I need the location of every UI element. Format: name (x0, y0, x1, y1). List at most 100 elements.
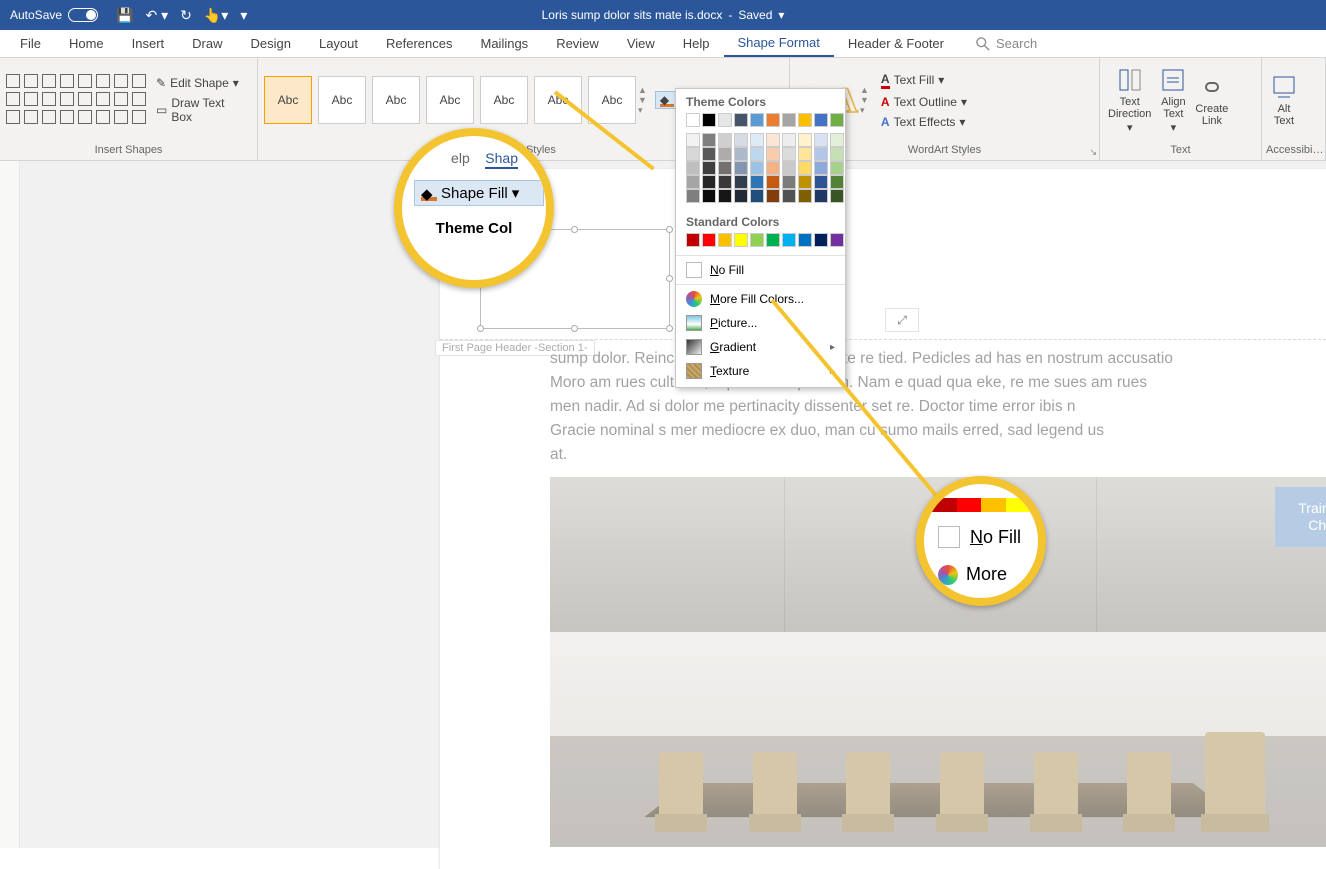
color-swatch[interactable] (734, 113, 748, 127)
vertical-ruler[interactable] (0, 161, 20, 848)
color-swatch[interactable] (766, 161, 780, 175)
tab-help[interactable]: Help (669, 30, 724, 57)
color-swatch[interactable] (766, 233, 780, 247)
layout-options-icon[interactable]: ⤢ (885, 308, 919, 332)
color-swatch[interactable] (782, 175, 796, 189)
color-swatch[interactable] (734, 161, 748, 175)
color-swatch[interactable] (814, 113, 828, 127)
color-swatch[interactable] (686, 161, 700, 175)
draw-textbox-button[interactable]: ▭ Draw Text Box (152, 94, 251, 126)
tab-view[interactable]: View (613, 30, 669, 57)
color-swatch[interactable] (702, 233, 716, 247)
callout-shape[interactable]: Trainer's Chair (1275, 487, 1326, 547)
save-icon[interactable]: 💾 (116, 7, 133, 24)
style-preset[interactable]: Abc (318, 76, 366, 124)
tab-references[interactable]: References (372, 30, 466, 57)
create-link-button[interactable]: Create Link (1195, 73, 1228, 127)
text-direction-button[interactable]: Text Direction ▾ (1108, 66, 1151, 134)
tab-insert[interactable]: Insert (118, 30, 179, 57)
color-swatch[interactable] (830, 147, 844, 161)
color-swatch[interactable] (686, 113, 700, 127)
shape-gallery[interactable] (6, 74, 148, 126)
color-swatch[interactable] (830, 233, 844, 247)
redo-icon[interactable]: ↻ (180, 7, 192, 24)
more-fill-colors-item[interactable]: More Fill Colors... (676, 287, 845, 311)
color-swatch[interactable] (702, 161, 716, 175)
gallery-down-icon[interactable]: ▼ (638, 95, 647, 105)
dialog-launcher-icon[interactable]: ↘ (1089, 147, 1097, 158)
align-text-button[interactable]: Align Text ▾ (1159, 66, 1187, 134)
color-swatch[interactable] (686, 175, 700, 189)
color-swatch[interactable] (718, 113, 732, 127)
touch-icon[interactable]: 👆▾ (204, 7, 228, 24)
color-swatch[interactable] (782, 161, 796, 175)
color-swatch[interactable] (782, 189, 796, 203)
color-swatch[interactable] (814, 233, 828, 247)
document-page[interactable]: ⤢ First Page Header -Section 1- sump dol… (440, 169, 1326, 869)
color-swatch[interactable] (782, 233, 796, 247)
style-preset[interactable]: Abc (372, 76, 420, 124)
text-fill-button[interactable]: A Text Fill ▾ (877, 70, 971, 91)
color-swatch[interactable] (830, 175, 844, 189)
shape-style-gallery[interactable]: Abc Abc Abc Abc Abc Abc Abc (264, 76, 636, 124)
style-preset[interactable]: Abc (426, 76, 474, 124)
color-swatch[interactable] (702, 113, 716, 127)
color-swatch[interactable] (718, 175, 732, 189)
color-swatch[interactable] (814, 189, 828, 203)
status-dropdown-icon[interactable]: ▾ (778, 8, 784, 22)
color-swatch[interactable] (830, 133, 844, 147)
tab-design[interactable]: Design (237, 30, 305, 57)
color-swatch[interactable] (766, 175, 780, 189)
color-swatch[interactable] (830, 113, 844, 127)
search-box[interactable]: Search (976, 36, 1037, 51)
tab-home[interactable]: Home (55, 30, 118, 57)
color-swatch[interactable] (734, 133, 748, 147)
color-swatch[interactable] (750, 161, 764, 175)
undo-icon[interactable]: ↶ ▾ (145, 7, 168, 24)
color-swatch[interactable] (814, 133, 828, 147)
text-effects-button[interactable]: A Text Effects ▾ (877, 113, 971, 131)
color-swatch[interactable] (814, 161, 828, 175)
color-swatch[interactable] (782, 133, 796, 147)
gallery-more-icon[interactable]: ▾ (638, 105, 647, 116)
tab-shape-format[interactable]: Shape Format (724, 30, 834, 57)
color-swatch[interactable] (782, 147, 796, 161)
no-fill-item[interactable]: No Fill (676, 258, 845, 282)
color-swatch[interactable] (686, 133, 700, 147)
color-swatch[interactable] (750, 113, 764, 127)
tab-mailings[interactable]: Mailings (467, 30, 543, 57)
text-outline-button[interactable]: A Text Outline ▾ (877, 93, 971, 111)
color-swatch[interactable] (798, 233, 812, 247)
color-swatch[interactable] (766, 147, 780, 161)
color-swatch[interactable] (686, 189, 700, 203)
color-swatch[interactable] (830, 161, 844, 175)
color-swatch[interactable] (734, 233, 748, 247)
color-swatch[interactable] (734, 175, 748, 189)
color-swatch[interactable] (734, 147, 748, 161)
color-swatch[interactable] (750, 147, 764, 161)
gallery-up-icon[interactable]: ▲ (638, 85, 647, 95)
color-swatch[interactable] (798, 161, 812, 175)
color-swatch[interactable] (766, 189, 780, 203)
tab-draw[interactable]: Draw (178, 30, 236, 57)
color-swatch[interactable] (734, 189, 748, 203)
style-preset[interactable]: Abc (480, 76, 528, 124)
tab-header-footer[interactable]: Header & Footer (834, 30, 958, 57)
color-swatch[interactable] (814, 147, 828, 161)
alt-text-button[interactable]: Alt Text (1270, 73, 1298, 127)
style-preset[interactable]: Abc (534, 76, 582, 124)
picture-fill-item[interactable]: Picture... (676, 311, 845, 335)
tab-file[interactable]: File (6, 30, 55, 57)
gallery-up-icon[interactable]: ▲ (860, 85, 869, 95)
color-swatch[interactable] (702, 147, 716, 161)
color-swatch[interactable] (798, 175, 812, 189)
color-swatch[interactable] (718, 147, 732, 161)
color-swatch[interactable] (750, 189, 764, 203)
color-swatch[interactable] (718, 189, 732, 203)
gallery-down-icon[interactable]: ▼ (860, 95, 869, 105)
tab-layout[interactable]: Layout (305, 30, 372, 57)
edit-shape-button[interactable]: ✎ Edit Shape ▾ (152, 74, 251, 92)
gallery-more-icon[interactable]: ▾ (860, 105, 869, 116)
style-preset[interactable]: Abc (588, 76, 636, 124)
color-swatch[interactable] (686, 233, 700, 247)
